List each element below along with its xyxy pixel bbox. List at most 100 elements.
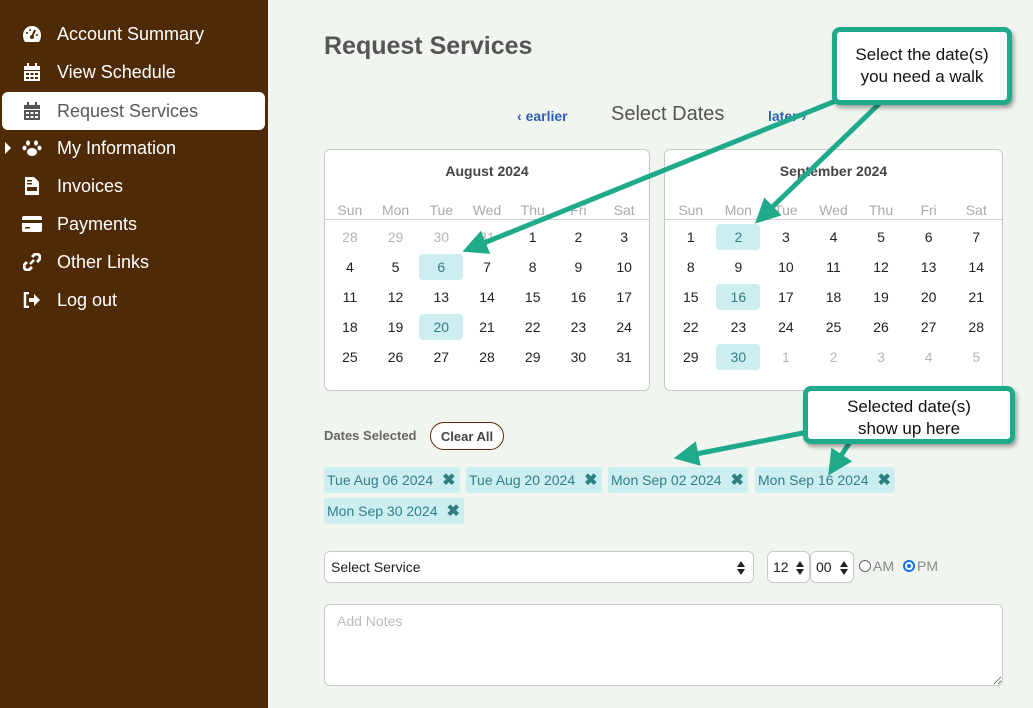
calendar-day[interactable]: 1: [510, 222, 556, 252]
calendar-day[interactable]: 5: [857, 222, 905, 252]
calendar-day[interactable]: 5: [952, 342, 1000, 372]
day-number: 26: [387, 349, 404, 365]
service-select-value: Select Service: [331, 559, 421, 575]
calendar-day[interactable]: 2: [810, 342, 858, 372]
calendar-day[interactable]: 28: [327, 222, 373, 252]
calendar-day[interactable]: 29: [510, 342, 556, 372]
sidebar-item-view-schedule[interactable]: View Schedule: [0, 53, 266, 91]
later-link[interactable]: later ›: [768, 108, 806, 124]
calendar-day[interactable]: 22: [667, 312, 715, 342]
service-select[interactable]: Select Service: [324, 551, 754, 583]
calendar-day-selected[interactable]: 6: [418, 252, 464, 282]
calendar-day[interactable]: 29: [667, 342, 715, 372]
calendar-day[interactable]: 7: [952, 222, 1000, 252]
calendar-day[interactable]: 30: [556, 342, 602, 372]
calendar-day[interactable]: 24: [601, 312, 647, 342]
remove-date-icon[interactable]: ✖: [878, 470, 891, 490]
sidebar-item-log-out[interactable]: Log out: [0, 281, 266, 319]
expand-caret-icon[interactable]: [5, 142, 11, 154]
calendar-day[interactable]: 11: [810, 252, 858, 282]
calendar-day[interactable]: 17: [601, 282, 647, 312]
calendar-day[interactable]: 14: [952, 252, 1000, 282]
minute-select[interactable]: 00: [810, 551, 854, 583]
calendar-day[interactable]: 4: [905, 342, 953, 372]
calendar-day[interactable]: 9: [715, 252, 763, 282]
calendar-day-selected[interactable]: 2: [715, 222, 763, 252]
calendar-day[interactable]: 17: [762, 282, 810, 312]
calendar-day[interactable]: 26: [373, 342, 419, 372]
am-radio[interactable]: AM: [859, 558, 894, 574]
calendar-day[interactable]: 30: [418, 222, 464, 252]
day-number: 1: [686, 229, 695, 245]
sidebar-item-request-services[interactable]: Request Services: [2, 92, 265, 130]
calendar-day[interactable]: 19: [857, 282, 905, 312]
calendar-day[interactable]: 3: [762, 222, 810, 252]
calendar-day[interactable]: 10: [601, 252, 647, 282]
calendar-day[interactable]: 3: [601, 222, 647, 252]
calendar-day[interactable]: 9: [556, 252, 602, 282]
callout-selected-dates: Selected date(s) show up here: [803, 386, 1015, 444]
calendar-day[interactable]: 29: [373, 222, 419, 252]
weekday-header: Sun Mon Tue Wed Thu Fri Sat: [665, 202, 1002, 220]
calendar-day[interactable]: 18: [327, 312, 373, 342]
calendar-day[interactable]: 26: [857, 312, 905, 342]
calendar-day-selected[interactable]: 20: [418, 312, 464, 342]
calendar-day[interactable]: 23: [556, 312, 602, 342]
calendar-day[interactable]: 31: [601, 342, 647, 372]
radio-button-selected[interactable]: [903, 560, 915, 572]
calendar-day[interactable]: 31: [464, 222, 510, 252]
calendar-day[interactable]: 21: [464, 312, 510, 342]
calendar-day[interactable]: 28: [464, 342, 510, 372]
calendar-day[interactable]: 5: [373, 252, 419, 282]
calendar-day[interactable]: 1: [667, 222, 715, 252]
calendar-day[interactable]: 15: [510, 282, 556, 312]
calendar-day[interactable]: 23: [715, 312, 763, 342]
remove-date-icon[interactable]: ✖: [442, 470, 455, 490]
calendar-day[interactable]: 4: [810, 222, 858, 252]
calendar-day[interactable]: 28: [952, 312, 1000, 342]
calendar-day[interactable]: 21: [952, 282, 1000, 312]
notes-textarea[interactable]: [324, 604, 1003, 686]
calendar-day[interactable]: 4: [327, 252, 373, 282]
clear-all-button[interactable]: Clear All: [430, 422, 504, 450]
calendar-day[interactable]: 12: [857, 252, 905, 282]
calendar-day-selected[interactable]: 30: [715, 342, 763, 372]
sidebar-item-payments[interactable]: Payments: [0, 205, 266, 243]
calendar-day[interactable]: 27: [418, 342, 464, 372]
calendar-day[interactable]: 2: [556, 222, 602, 252]
earlier-link[interactable]: ‹ earlier: [517, 108, 568, 124]
hour-select[interactable]: 12: [767, 551, 810, 583]
calendar-day[interactable]: 13: [418, 282, 464, 312]
calendar-day[interactable]: 24: [762, 312, 810, 342]
calendar-day[interactable]: 27: [905, 312, 953, 342]
calendar-day[interactable]: 20: [905, 282, 953, 312]
calendar-day[interactable]: 10: [762, 252, 810, 282]
calendar-day[interactable]: 15: [667, 282, 715, 312]
calendar-day[interactable]: 25: [810, 312, 858, 342]
calendar-day[interactable]: 18: [810, 282, 858, 312]
calendar-day[interactable]: 22: [510, 312, 556, 342]
calendar-day[interactable]: 3: [857, 342, 905, 372]
calendar-day[interactable]: 13: [905, 252, 953, 282]
calendar-day[interactable]: 1: [762, 342, 810, 372]
calendar-day[interactable]: 19: [373, 312, 419, 342]
calendar-day[interactable]: 12: [373, 282, 419, 312]
calendar-day[interactable]: 25: [327, 342, 373, 372]
calendar-day[interactable]: 11: [327, 282, 373, 312]
calendar-day[interactable]: 6: [905, 222, 953, 252]
calendar-day[interactable]: 8: [510, 252, 556, 282]
sidebar-item-account-summary[interactable]: Account Summary: [0, 15, 266, 53]
sidebar-item-other-links[interactable]: Other Links: [0, 243, 266, 281]
calendar-day[interactable]: 16: [556, 282, 602, 312]
radio-button[interactable]: [859, 560, 871, 572]
calendar-day[interactable]: 7: [464, 252, 510, 282]
calendar-day[interactable]: 14: [464, 282, 510, 312]
sidebar-item-my-information[interactable]: My Information: [0, 129, 266, 167]
remove-date-icon[interactable]: ✖: [584, 470, 597, 490]
pm-radio[interactable]: PM: [903, 558, 938, 574]
sidebar-item-invoices[interactable]: Invoices: [0, 167, 266, 205]
calendar-day[interactable]: 8: [667, 252, 715, 282]
remove-date-icon[interactable]: ✖: [731, 470, 744, 490]
calendar-day-selected[interactable]: 16: [715, 282, 763, 312]
remove-date-icon[interactable]: ✖: [447, 501, 460, 521]
